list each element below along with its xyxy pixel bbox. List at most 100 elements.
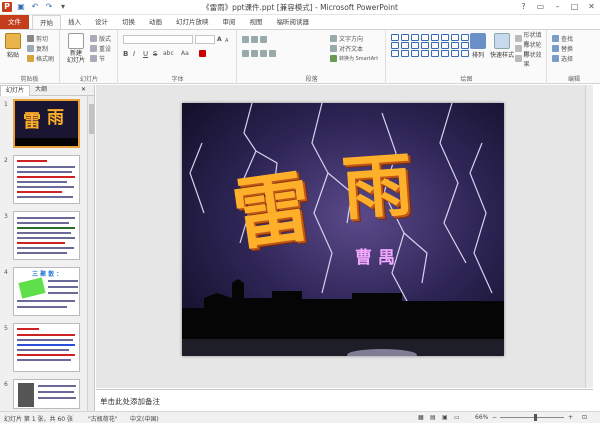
copy-button[interactable]: 复制: [27, 44, 48, 53]
smartart-icon: [330, 55, 337, 62]
quick-styles-button[interactable]: 快速样式: [489, 33, 515, 59]
shape-effects-button[interactable]: 形状效果: [515, 52, 546, 68]
zoom-level[interactable]: 66%: [475, 414, 488, 421]
thumb-line: [48, 292, 78, 294]
tab-file[interactable]: 文件: [0, 15, 29, 29]
tab-outline[interactable]: 大纲: [30, 85, 52, 95]
select-button[interactable]: 选择: [552, 54, 573, 63]
tab-foxit-reader[interactable]: 福昕阅读器: [270, 15, 317, 29]
thumb-line: [17, 334, 75, 336]
shapes-gallery[interactable]: [391, 34, 470, 57]
thumb-line: [17, 186, 74, 188]
tab-design[interactable]: 设计: [88, 15, 115, 29]
smartart-button[interactable]: 转换为 SmartArt: [330, 54, 378, 63]
slide-subtitle: 曹禺: [355, 248, 401, 268]
zoom-slider[interactable]: [500, 414, 564, 421]
format-painter-button[interactable]: 格式刷: [27, 54, 54, 63]
find-icon: [552, 35, 559, 42]
font-color-button[interactable]: [199, 49, 206, 58]
thumb-line: [17, 237, 75, 239]
slides-panel-scrollbar[interactable]: [87, 96, 94, 411]
text-shadow-button[interactable]: abc: [163, 49, 174, 58]
grow-font-button[interactable]: A: [217, 35, 222, 44]
zoom-in-icon[interactable]: +: [568, 414, 573, 421]
tab-insert[interactable]: 插入: [61, 15, 88, 29]
thumb-line: [48, 286, 78, 288]
text-direction-button[interactable]: 文字方向: [330, 34, 363, 43]
slide-thumbnail[interactable]: [13, 323, 80, 372]
normal-view-icon[interactable]: ▦: [418, 414, 424, 421]
select-icon: [552, 55, 559, 62]
align-text-button[interactable]: 对齐文本: [330, 44, 363, 53]
clear-formatting-button[interactable]: Aa: [181, 49, 189, 58]
slide-thumbnail[interactable]: [13, 379, 80, 409]
tab-home[interactable]: 开始: [32, 15, 61, 29]
bold-button[interactable]: B: [123, 49, 128, 58]
fit-to-window-icon[interactable]: ⊡: [582, 414, 587, 421]
underline-button[interactable]: U: [143, 49, 148, 58]
ribbon-display-icon[interactable]: ▭: [532, 0, 549, 14]
slide-thumbnail[interactable]: [13, 211, 80, 260]
zoom-out-icon[interactable]: −: [492, 414, 497, 421]
slide-canvas[interactable]: 雷 雨 曹禺: [182, 103, 504, 356]
thumb-line: [17, 339, 73, 341]
thumb-line: [38, 397, 76, 399]
minimize-button[interactable]: –: [549, 0, 566, 14]
tab-review[interactable]: 审阅: [216, 15, 243, 29]
layout-button[interactable]: 版式: [90, 34, 111, 43]
maximize-button[interactable]: □: [566, 0, 583, 14]
tab-view[interactable]: 视图: [243, 15, 270, 29]
slide-thumbnail[interactable]: 三 聚 散 ：: [13, 267, 80, 316]
arrange-button[interactable]: 排列: [467, 33, 489, 59]
align-buttons[interactable]: [242, 49, 276, 58]
notes-pane[interactable]: 单击此处添加备注: [96, 389, 593, 411]
strikethrough-button[interactable]: S: [153, 49, 157, 58]
numbering-icon: [251, 36, 258, 43]
font-size-input[interactable]: [195, 35, 215, 44]
bullets-button[interactable]: [242, 35, 267, 44]
slide-thumbnail[interactable]: [13, 155, 80, 204]
replace-button[interactable]: 替换: [552, 44, 573, 53]
slide-number: 2: [4, 157, 8, 164]
layout-icon: [90, 35, 97, 42]
tab-animations[interactable]: 动画: [142, 15, 169, 29]
reading-view-icon[interactable]: ▣: [442, 414, 448, 421]
group-paragraph: 文字方向 对齐文本 转换为 SmartArt 段落: [238, 30, 386, 84]
scrollbar-thumb[interactable]: [89, 104, 94, 134]
tab-slides[interactable]: 幻灯片: [0, 84, 31, 96]
editor-scrollbar[interactable]: [585, 85, 593, 388]
new-slide-button[interactable]: 新建 幻灯片: [63, 33, 89, 64]
slide-number: 3: [4, 213, 8, 220]
tab-transitions[interactable]: 切换: [115, 15, 142, 29]
quick-styles-icon: [494, 33, 510, 49]
group-label-paragraph: 段落: [305, 76, 318, 83]
slideshow-view-icon[interactable]: ▭: [454, 414, 460, 421]
zoom-slider-thumb[interactable]: [534, 414, 538, 421]
font-family-input[interactable]: [123, 35, 193, 44]
slide-sorter-icon[interactable]: ▤: [430, 414, 436, 421]
group-slides: 新建 幻灯片 版式 重设 节 幻灯片: [61, 30, 118, 84]
reset-button[interactable]: 重设: [90, 44, 111, 53]
theme-name: "古瓶荷花": [88, 416, 118, 423]
notes-placeholder: 单击此处添加备注: [100, 397, 160, 406]
effects-icon: [515, 55, 522, 62]
tab-slideshow[interactable]: 幻灯片放映: [169, 15, 216, 29]
italic-button[interactable]: I: [133, 49, 135, 58]
title-bar: P ▣ ↶ ↷ ▾ 《雷雨》ppt课件.ppt [兼容模式] - Microso…: [0, 0, 600, 15]
find-button[interactable]: 查找: [552, 34, 573, 43]
help-icon[interactable]: ?: [515, 0, 532, 14]
section-button[interactable]: 节: [90, 54, 105, 63]
scissors-icon: [27, 35, 34, 42]
paste-button[interactable]: 粘贴: [2, 33, 24, 59]
outline-icon: [515, 45, 522, 52]
close-panel-icon[interactable]: ✕: [76, 85, 91, 95]
slide-thumbnail[interactable]: 雷 雨: [13, 99, 80, 148]
thumb-photo: [18, 383, 34, 407]
thumb-line: [17, 217, 75, 219]
paste-icon: [5, 33, 21, 49]
shrink-font-button[interactable]: A: [225, 36, 228, 45]
close-button[interactable]: ✕: [583, 0, 600, 14]
cut-button[interactable]: 剪切: [27, 34, 48, 43]
language-indicator[interactable]: 中文(中国): [130, 414, 159, 423]
thumb-line: [38, 385, 76, 387]
